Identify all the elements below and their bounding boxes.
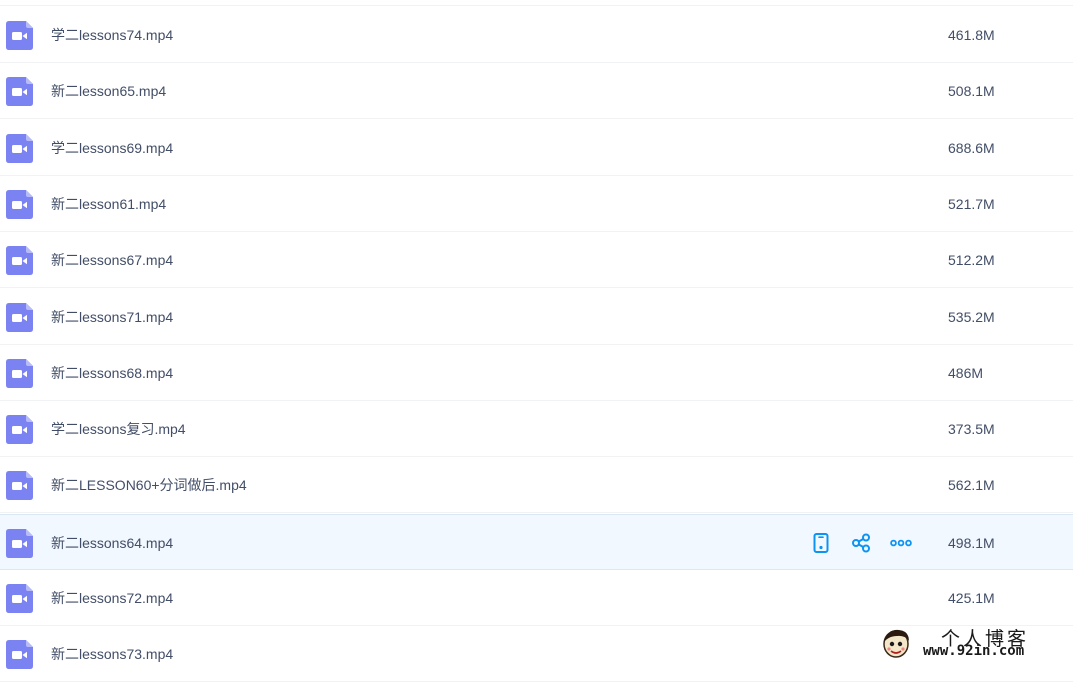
- video-file-icon: [6, 415, 33, 445]
- file-name[interactable]: 学二lessons74.mp4: [51, 7, 173, 63]
- phone-icon: [813, 532, 829, 553]
- file-size: 486M: [948, 364, 984, 381]
- file-row[interactable]: 新二LESSON60+分词做后.mp4 562.1M: [0, 457, 1073, 514]
- file-name[interactable]: 新二lessons67.mp4: [51, 232, 173, 288]
- file-name[interactable]: 新二lesson65.mp4: [51, 63, 166, 119]
- file-name[interactable]: 学二lessons69.mp4: [51, 120, 173, 176]
- video-file-icon: [6, 189, 33, 219]
- file-name[interactable]: 学二lessons复习.mp4: [51, 401, 186, 457]
- file-row[interactable]: 新二lessons67.mp4 512.2M: [0, 232, 1073, 289]
- file-size: 688.6M: [948, 139, 995, 156]
- file-row[interactable]: 新二lesson61.mp4 521.7M: [0, 175, 1073, 232]
- file-row[interactable]: 新二lessons71.mp4 535.2M: [0, 288, 1073, 345]
- file-size: 461.8M: [948, 27, 995, 43]
- file-name[interactable]: 新二LESSON60+分词做后.mp4: [51, 457, 247, 513]
- video-file-icon: [6, 471, 33, 501]
- video-file-icon: [6, 77, 33, 107]
- file-row[interactable]: 新二lessons68.mp4 486M: [0, 344, 1073, 401]
- file-name[interactable]: 新二lesson61.mp4: [51, 176, 166, 232]
- file-size: 373.5M: [948, 421, 995, 438]
- file-row[interactable]: 新二lesson65.mp4 508.1M: [0, 63, 1073, 120]
- file-size: 498.1M: [948, 534, 995, 551]
- file-size: 535.2M: [948, 308, 995, 325]
- file-row[interactable]: 学二lessons69.mp4 688.6M: [0, 119, 1073, 176]
- file-row[interactable]: 学二lessons74.mp4 461.8M: [0, 7, 1073, 63]
- share-button[interactable]: [848, 531, 874, 555]
- file-name[interactable]: 新二lessons73.mp4: [51, 626, 173, 682]
- watermark-url: www.92in.com: [923, 643, 1025, 659]
- video-file-icon: [6, 133, 33, 163]
- more-button[interactable]: [888, 531, 914, 555]
- file-size: 425.1M: [948, 590, 995, 606]
- share-icon: [852, 533, 870, 553]
- video-file-icon: [6, 358, 33, 388]
- file-name[interactable]: 新二lessons68.mp4: [51, 345, 173, 401]
- file-row[interactable]: 新二lessons72.mp4 425.1M: [0, 570, 1073, 626]
- file-size: 512.2M: [948, 252, 995, 269]
- file-name[interactable]: 新二lessons64.mp4: [51, 515, 173, 571]
- video-file-icon: [6, 21, 33, 50]
- file-size: 508.1M: [948, 83, 995, 100]
- video-file-icon: [6, 528, 33, 558]
- file-name[interactable]: 新二lessons71.mp4: [51, 289, 173, 345]
- video-file-icon: [6, 302, 33, 332]
- video-file-icon: [6, 584, 33, 613]
- file-row[interactable]: 新二lessons64.mp4 498.1M: [0, 513, 1073, 571]
- send-to-phone-button[interactable]: [808, 531, 834, 555]
- file-row[interactable]: 学二lessons复习.mp4 373.5M: [0, 401, 1073, 458]
- cartoon-face-logo: [883, 629, 909, 658]
- watermark: 个人博客 www.92in.com: [879, 626, 1069, 662]
- list-top-divider: [0, 5, 1073, 6]
- more-icon: [890, 539, 912, 546]
- video-file-icon: [6, 246, 33, 276]
- file-size: 521.7M: [948, 195, 995, 212]
- file-size: 562.1M: [948, 477, 995, 494]
- file-name[interactable]: 新二lessons72.mp4: [51, 570, 173, 626]
